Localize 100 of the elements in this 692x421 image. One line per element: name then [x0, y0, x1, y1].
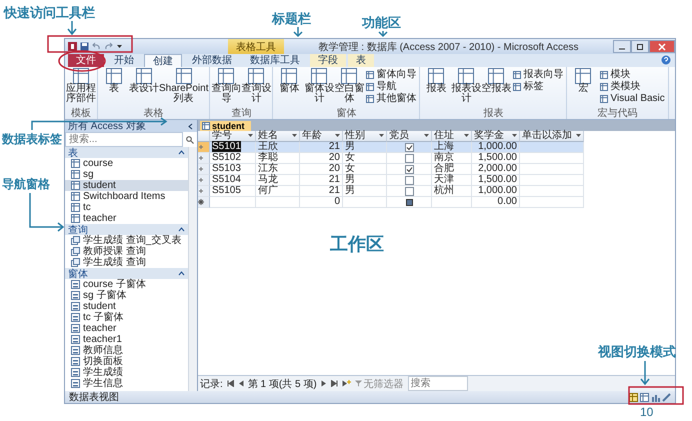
nav-item[interactable]: teacher1	[65, 334, 188, 345]
table-cell: 21	[300, 142, 343, 153]
nav-item[interactable]: 教师授课 查询	[65, 246, 188, 257]
ribbon-button[interactable]: 类模块	[598, 81, 667, 92]
ribbon-button[interactable]: 窗体向导	[364, 69, 418, 80]
form-icon	[71, 291, 80, 300]
pivot-table-view-button[interactable]	[640, 392, 649, 402]
search-field[interactable]: 搜索...	[65, 132, 183, 147]
design-view-button[interactable]	[662, 392, 671, 402]
previous-icon	[238, 380, 244, 387]
nav-item[interactable]: sg 子窗体	[65, 290, 188, 301]
last-record-button[interactable]	[330, 380, 338, 387]
ribbon-tab[interactable]: 外部数据	[184, 54, 240, 67]
column-header[interactable]: 年龄	[300, 131, 343, 142]
nav-item[interactable]: sg	[65, 169, 188, 180]
row-selector[interactable]	[198, 186, 210, 197]
first-record-button[interactable]	[226, 380, 234, 387]
ribbon-tab[interactable]: 文件	[68, 54, 104, 67]
next-record-button[interactable]	[320, 380, 327, 387]
nav-item[interactable]: student	[65, 180, 188, 191]
nav-item[interactable]: tc	[65, 202, 188, 213]
ribbon-button[interactable]: Visual Basic	[598, 93, 667, 104]
ribbon-button[interactable]: 报表	[421, 68, 452, 108]
ribbon-button[interactable]: 报表设计	[451, 68, 482, 108]
table-cell: S5105	[212, 185, 241, 196]
table-cell: 女	[343, 153, 387, 164]
nav-item[interactable]: tc 子窗体	[65, 312, 188, 323]
row-selector[interactable]	[198, 164, 210, 175]
column-header[interactable]: 奖学金	[472, 131, 520, 142]
pivot-chart-view-button[interactable]	[651, 392, 660, 402]
checkbox[interactable]	[404, 176, 414, 184]
nav-item[interactable]: student	[65, 301, 188, 312]
ribbon-button[interactable]: 模块	[598, 69, 667, 80]
datasheet-view-button[interactable]	[629, 392, 638, 402]
row-selector[interactable]	[198, 142, 210, 153]
ribbon-button[interactable]: 窗体	[274, 68, 304, 108]
ribbon-tab[interactable]: 开始	[106, 54, 142, 67]
ribbon-button[interactable]: SharePoint 列表	[159, 68, 208, 108]
checkbox[interactable]	[404, 164, 414, 174]
column-header[interactable]: 姓名	[256, 131, 300, 142]
ribbon-button[interactable]: 宏	[568, 68, 598, 108]
nav-item[interactable]: 切换面板	[65, 356, 188, 367]
chevron-icon	[187, 122, 194, 130]
column-header[interactable]: 学号	[210, 131, 256, 142]
last-icon	[330, 380, 338, 387]
checkbox[interactable]	[404, 186, 414, 196]
column-header[interactable]: 性别	[343, 131, 387, 142]
nav-item[interactable]: 学生信息	[65, 378, 188, 389]
nav-item[interactable]: course 子窗体	[65, 279, 188, 290]
previous-record-button[interactable]	[238, 380, 244, 387]
close-button[interactable]	[649, 40, 675, 53]
nav-group-header[interactable]: 窗体	[65, 268, 188, 279]
scrollbar[interactable]	[188, 147, 197, 391]
maximize-button[interactable]	[631, 40, 649, 53]
ribbon-button[interactable]: 导航	[364, 81, 418, 92]
ribbon-button[interactable]: 表	[99, 68, 129, 108]
column-header[interactable]: 党员	[387, 131, 432, 142]
ribbon-button[interactable]: 空白窗体	[334, 68, 364, 108]
nav-item[interactable]: teacher	[65, 213, 188, 224]
search-field[interactable]: 搜索	[408, 376, 468, 391]
nav-item[interactable]: 教师信息	[65, 345, 188, 356]
ribbon-button[interactable]: 报表向导	[511, 69, 566, 80]
nav-item[interactable]: teacher	[65, 323, 188, 334]
ribbon-tab[interactable]: 表	[348, 54, 374, 67]
minimize-button[interactable]	[613, 40, 631, 53]
table-cell: 男	[343, 186, 387, 197]
table-cell: S5103	[212, 163, 241, 174]
column-header[interactable]: 单击以添加	[520, 131, 584, 142]
ribbon-button[interactable]: 应用程序部件	[66, 68, 96, 108]
nav-group-header[interactable]: 表	[65, 147, 188, 158]
ribbon-tab[interactable]: 创建	[144, 54, 182, 67]
table-cell: 20	[300, 153, 343, 164]
table-cell: 李聪	[256, 153, 300, 164]
document-tab[interactable]: student	[200, 121, 250, 131]
row-selector[interactable]	[198, 175, 210, 186]
row-selector[interactable]	[198, 197, 210, 208]
annotation-label: 数据表标签	[2, 131, 62, 148]
nav-item[interactable]: 学生成绩	[65, 367, 188, 378]
nav-item[interactable]: Switchboard Items	[65, 191, 188, 202]
ribbon-tab[interactable]: 字段	[310, 54, 346, 67]
column-header[interactable]: 住址	[432, 131, 472, 142]
ribbon-button[interactable]: 查询设计	[241, 68, 272, 108]
nav-item[interactable]: 学生成绩 查询	[65, 257, 188, 268]
row-selector[interactable]	[198, 153, 210, 164]
ribbon-button[interactable]: 表设计	[129, 68, 159, 108]
ribbon-button[interactable]: 窗体设计	[304, 68, 334, 108]
ribbon-button[interactable]: 标签	[511, 81, 566, 92]
ribbon-button[interactable]: 查询向导	[211, 68, 242, 108]
checkbox[interactable]	[404, 154, 414, 162]
nav-item[interactable]: course	[65, 158, 188, 169]
annotation-label: 导航窗格	[2, 176, 50, 193]
ribbon-tab[interactable]: 数据库工具	[242, 54, 308, 67]
ribbon-button[interactable]: 空报表	[481, 68, 512, 108]
sheet-icon	[218, 68, 234, 84]
nav-group-header[interactable]: 查询	[65, 224, 188, 235]
ribbon-button[interactable]: 其他窗体	[364, 93, 418, 104]
checkbox[interactable]	[404, 142, 414, 152]
nav-item[interactable]: 学生成绩 查询_交叉表	[65, 235, 188, 246]
redo-icon	[104, 42, 113, 51]
new-record-button[interactable]	[342, 380, 351, 387]
